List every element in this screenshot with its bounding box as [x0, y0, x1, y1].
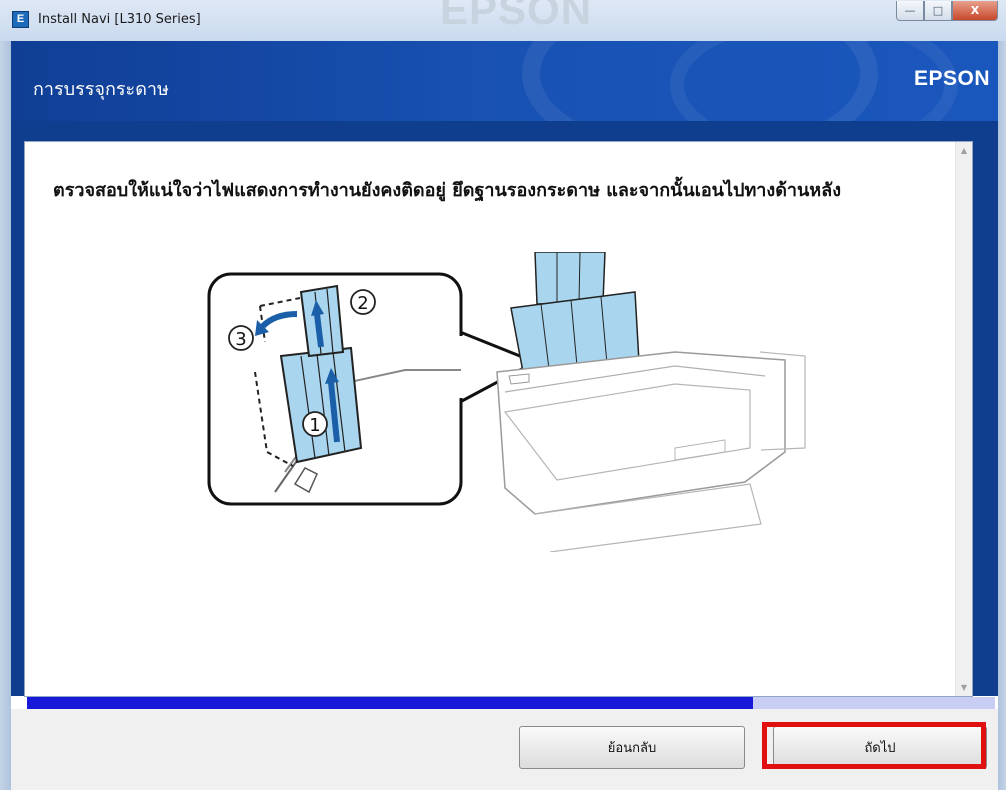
progress-fill	[27, 697, 753, 709]
page-title: การบรรจุกระดาษ	[33, 79, 169, 100]
content-area: ตรวจสอบให้แน่ใจว่าไฟแสดงการทำงานยังคงติด…	[11, 121, 998, 697]
step-2-label: 2	[357, 293, 368, 314]
progress-bar	[27, 697, 995, 709]
minimize-button[interactable]: —	[896, 1, 924, 21]
title-bar: E Install Navi [L310 Series] EPSON — □ X	[0, 0, 1006, 41]
epson-logo: EPSON	[913, 67, 990, 90]
header-banner: การบรรจุกระดาษ EPSON	[11, 41, 998, 121]
app-icon: E	[12, 11, 29, 28]
maximize-button[interactable]: □	[924, 1, 952, 21]
content-panel: ตรวจสอบให้แน่ใจว่าไฟแสดงการทำงานยังคงติด…	[24, 141, 973, 697]
scroll-up-icon[interactable]: ▲	[956, 142, 972, 159]
next-button-highlight	[762, 722, 986, 769]
arrow-up-icon	[314, 313, 324, 348]
step-3-label: 3	[235, 329, 246, 350]
footer: ย้อนกลับ ถัดไป	[11, 709, 998, 790]
vertical-scrollbar[interactable]: ▲ ▼	[955, 142, 972, 696]
step-1-label: 1	[309, 415, 320, 436]
scroll-down-icon[interactable]: ▼	[956, 679, 972, 696]
epson-watermark: EPSON	[440, 0, 593, 33]
window-title: Install Navi [L310 Series]	[38, 12, 201, 27]
paper-support-illustration: 1 2 3	[207, 252, 806, 552]
printer-drawing	[496, 252, 806, 552]
window-frame-left	[0, 41, 11, 790]
close-button[interactable]: X	[952, 1, 998, 21]
window-controls: — □ X	[896, 1, 998, 21]
back-button[interactable]: ย้อนกลับ	[519, 726, 745, 769]
window-frame-right	[998, 41, 1006, 790]
instruction-text: ตรวจสอบให้แน่ใจว่าไฟแสดงการทำงานยังคงติด…	[53, 180, 841, 201]
